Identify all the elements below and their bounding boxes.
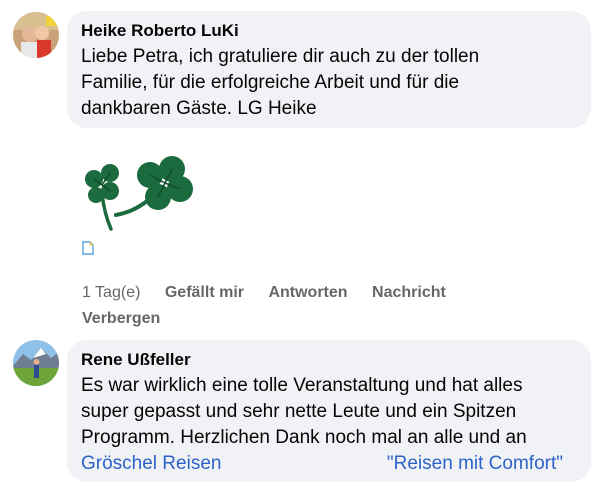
comment-author[interactable]: Heike Roberto LuKi [81, 21, 577, 41]
avatar-rene[interactable] [13, 340, 59, 386]
message-button[interactable]: Nachricht [372, 280, 446, 306]
like-button[interactable]: Gefällt mir [165, 280, 244, 306]
document-icon[interactable] [82, 241, 94, 260]
comment-text: Es war wirklich eine tolle Veranstaltung… [81, 373, 577, 477]
mention-reisen-mit-comfort[interactable]: "Reisen mit Comfort" [387, 451, 563, 477]
comment-actions: 1 Tag(e) Gefällt mir Antworten Nachricht… [82, 280, 446, 332]
hide-button[interactable]: Verbergen [82, 306, 160, 332]
comment-author[interactable]: Rene Ußfeller [81, 350, 577, 370]
comment-text: Liebe Petra, ich gratuliere dir auch zu … [81, 46, 480, 119]
comment-bubble-rene: Rene Ußfeller Es war wirklich eine tolle… [67, 340, 591, 482]
comment-bubble-heike: Heike Roberto LuKi Liebe Petra, ich grat… [67, 11, 591, 128]
comment-time[interactable]: 1 Tag(e) [82, 280, 140, 306]
clover-sticker[interactable] [80, 155, 200, 235]
avatar-heike[interactable] [13, 12, 59, 58]
mention-groeschel-reisen[interactable]: Gröschel Reisen [81, 451, 221, 477]
reply-button[interactable]: Antworten [268, 280, 347, 306]
